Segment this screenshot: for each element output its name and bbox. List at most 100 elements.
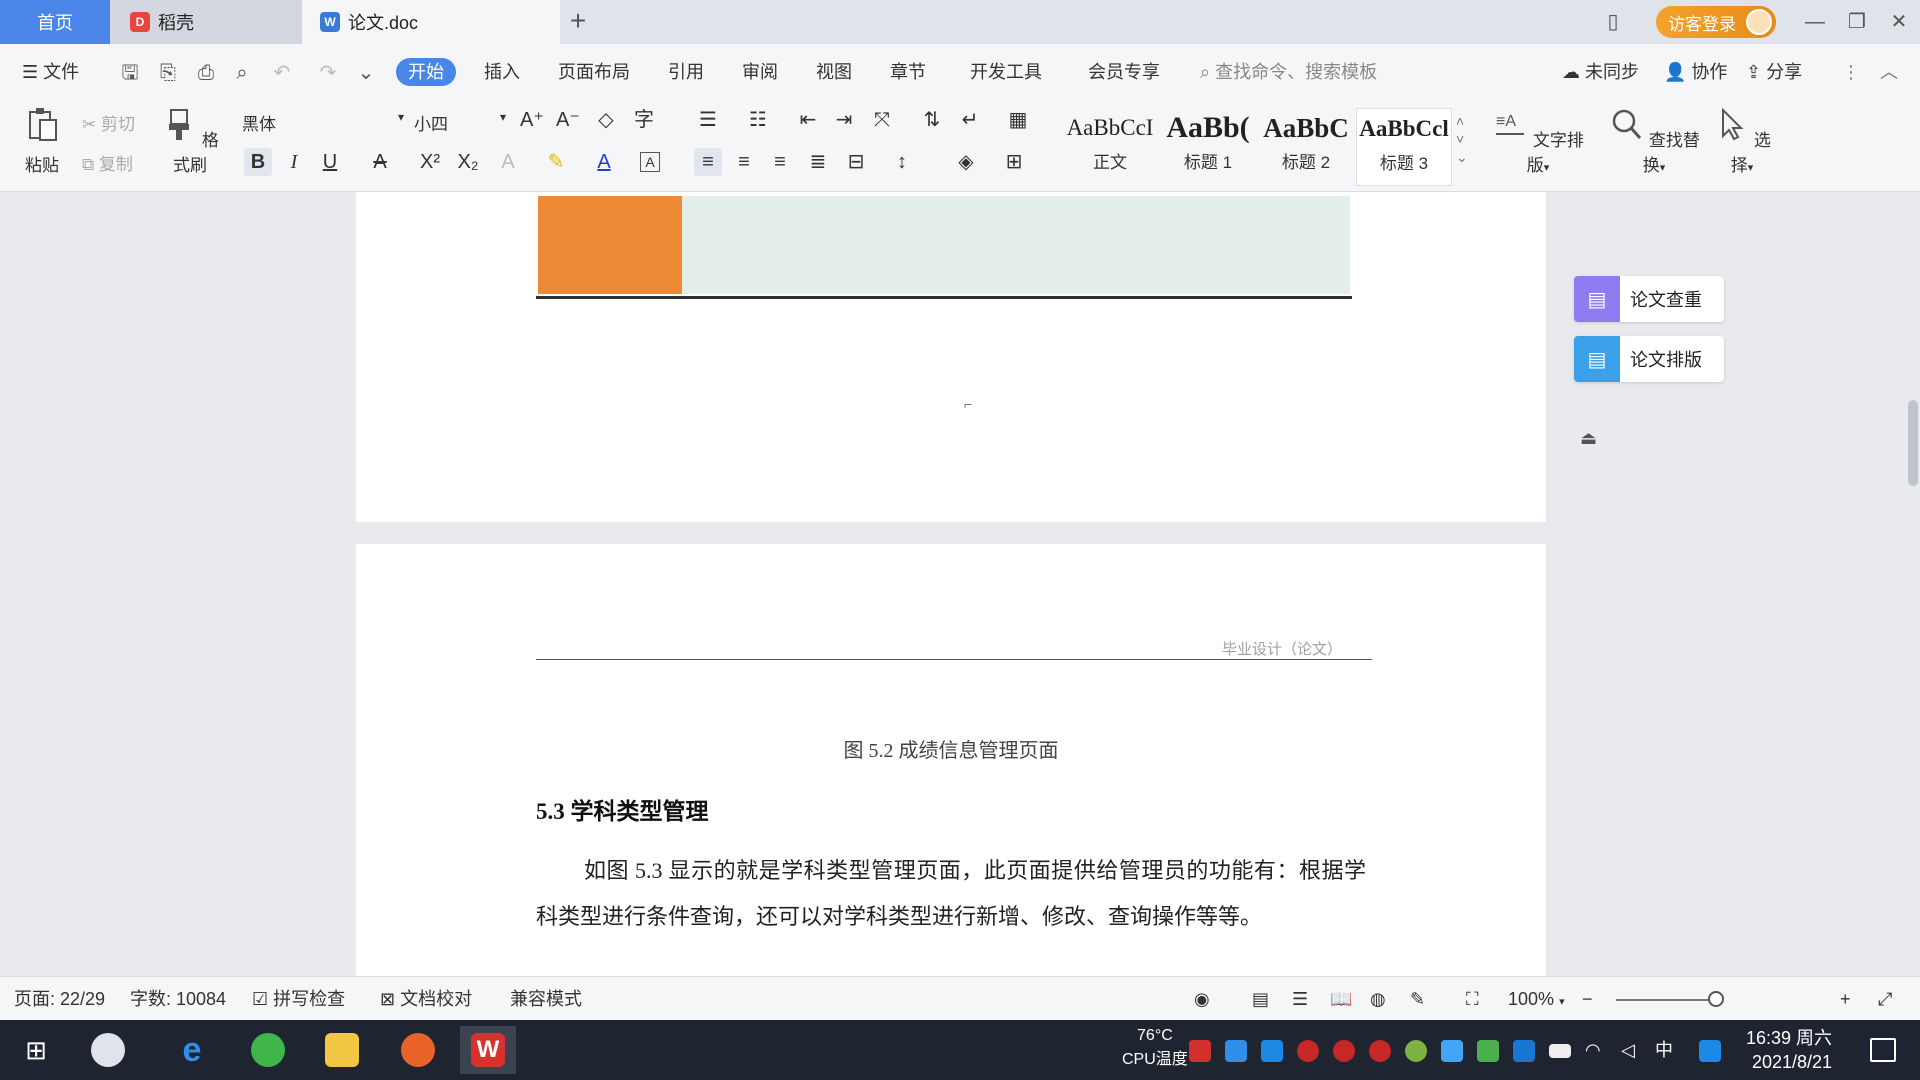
cut-button[interactable]: ✂ 剪切: [82, 110, 135, 135]
text-layout-button[interactable]: ≡A 文字排版▾: [1490, 106, 1586, 176]
table-draw-icon[interactable]: ▦: [1004, 106, 1032, 134]
fullscreen-icon[interactable]: ⤢: [1878, 987, 1892, 1011]
bluetooth-icon[interactable]: [1513, 1040, 1535, 1062]
print-preview-icon[interactable]: ⌕: [230, 61, 254, 85]
web-view-icon[interactable]: ◍: [1370, 987, 1386, 1011]
menu-page-layout[interactable]: 页面布局: [558, 58, 630, 86]
ie-browser-icon[interactable]: e: [164, 1026, 220, 1074]
tab-daoke[interactable]: D 稻壳: [110, 0, 302, 44]
zoom-out-icon[interactable]: −: [1582, 987, 1593, 1011]
font-size-select[interactable]: 小四 ▾: [414, 110, 506, 135]
tray-nvidia-icon[interactable]: [1477, 1040, 1499, 1062]
tab-home[interactable]: 首页: [0, 0, 110, 44]
share-button[interactable]: ⇪ 分享: [1746, 58, 1802, 86]
game-app-icon[interactable]: [390, 1026, 446, 1074]
paste-button[interactable]: 粘贴: [14, 106, 70, 176]
justify-icon[interactable]: ≣: [804, 148, 832, 176]
export-icon[interactable]: ⎘: [156, 61, 180, 85]
document-page[interactable]: ⌐: [356, 192, 1546, 522]
document-canvas[interactable]: ⌐ 毕业设计（论文） 图 5.2 成绩信息管理页面 5.3 学科类型管理 如图 …: [0, 192, 1920, 976]
tray-qq-icon[interactable]: [1369, 1040, 1391, 1062]
layout-switch-icon[interactable]: ▯: [1598, 8, 1628, 36]
style-normal[interactable]: AaBbCcI 正文: [1062, 108, 1158, 186]
menu-chapter[interactable]: 章节: [890, 58, 926, 86]
zoom-level-select[interactable]: 100% ▾: [1508, 987, 1565, 1014]
italic-icon[interactable]: I: [280, 148, 308, 176]
line-spacing-icon[interactable]: ↕: [888, 148, 916, 176]
strikethrough-icon[interactable]: A: [366, 148, 394, 176]
find-replace-button[interactable]: 查找替换▾: [1606, 106, 1702, 176]
grow-font-icon[interactable]: A⁺: [518, 106, 546, 134]
menu-insert[interactable]: 插入: [484, 58, 520, 86]
styles-scroll-icon[interactable]: ˄ ˅ ⌄: [1456, 112, 1468, 166]
word-count[interactable]: 字数: 10084: [130, 987, 226, 1011]
more-icon[interactable]: ⋮: [1842, 58, 1860, 86]
menu-start[interactable]: 开始: [396, 58, 456, 86]
bullet-list-icon[interactable]: ☰: [694, 106, 722, 134]
write-mode-icon[interactable]: ✎: [1410, 987, 1425, 1011]
tray-app-icon[interactable]: [1189, 1040, 1211, 1062]
print-icon[interactable]: ⎙: [194, 61, 218, 85]
zoom-slider-knob[interactable]: [1708, 991, 1724, 1007]
page-indicator[interactable]: 页面: 22/29: [14, 987, 105, 1011]
phonetic-icon[interactable]: 字: [630, 106, 658, 134]
notification-icon[interactable]: [1870, 1038, 1896, 1062]
sync-button[interactable]: ☁ 未同步: [1562, 58, 1639, 86]
increase-indent-icon[interactable]: ⇥: [830, 106, 858, 134]
collapse-ribbon-icon[interactable]: ︿: [1880, 58, 1898, 86]
visitor-login-button[interactable]: 访客登录: [1656, 6, 1776, 38]
zoom-in-icon[interactable]: +: [1840, 987, 1851, 1011]
ime-indicator[interactable]: 中: [1655, 1036, 1677, 1060]
menu-review[interactable]: 审阅: [742, 58, 778, 86]
page-view-icon[interactable]: ▤: [1252, 987, 1269, 1011]
windows-start-icon[interactable]: ⊞: [8, 1026, 64, 1074]
tray-app-icon[interactable]: [1225, 1040, 1247, 1062]
file-menu[interactable]: ☰ 文件: [22, 58, 79, 86]
shrink-font-icon[interactable]: A⁻: [554, 106, 582, 134]
clear-format-icon[interactable]: ◇: [592, 106, 620, 134]
thesis-layout-button[interactable]: ▤ 论文排版: [1574, 336, 1724, 382]
align-right-icon[interactable]: ≡: [766, 148, 794, 176]
panel-collapse-icon[interactable]: ⏏: [1580, 428, 1604, 448]
chinese-layout-icon[interactable]: ⤧: [868, 106, 896, 134]
superscript-icon[interactable]: X²: [416, 148, 444, 176]
text-effect-icon[interactable]: A: [494, 148, 522, 176]
font-name-select[interactable]: 黑体 ▾: [242, 110, 404, 135]
format-painter-button[interactable]: 格式刷: [160, 106, 220, 176]
redo-icon[interactable]: ↷: [316, 61, 340, 85]
tray-qq-icon[interactable]: [1333, 1040, 1355, 1062]
subscript-icon[interactable]: X₂: [454, 148, 482, 176]
spell-check-button[interactable]: ☑ 拼写检查: [252, 987, 345, 1011]
minimize-icon[interactable]: —: [1800, 8, 1830, 36]
browser-360-icon[interactable]: [240, 1026, 296, 1074]
show-marks-icon[interactable]: ↵: [956, 106, 984, 134]
style-heading-2[interactable]: AaBbC 标题 2: [1258, 108, 1354, 186]
style-heading-1[interactable]: AaBb( 标题 1: [1160, 108, 1256, 186]
select-button[interactable]: 选择▾: [1710, 106, 1774, 176]
copy-button[interactable]: ⧉ 复制: [82, 150, 133, 175]
plagiarism-check-button[interactable]: ▤ 论文查重: [1574, 276, 1724, 322]
save-icon[interactable]: 🖫: [118, 61, 142, 85]
chevron-down-icon[interactable]: ⌄: [354, 61, 378, 85]
menu-member[interactable]: 会员专享: [1088, 58, 1160, 86]
app-fan-icon[interactable]: [80, 1026, 136, 1074]
reading-view-icon[interactable]: 📖: [1330, 987, 1352, 1011]
tray-app-icon[interactable]: [1441, 1040, 1463, 1062]
font-color-icon[interactable]: A: [590, 148, 618, 176]
collab-button[interactable]: 👤 协作: [1664, 58, 1727, 86]
char-border-icon[interactable]: A: [640, 152, 660, 172]
undo-icon[interactable]: ↶: [270, 61, 294, 85]
restore-icon[interactable]: ❐: [1842, 8, 1872, 36]
numbered-list-icon[interactable]: ☷: [744, 106, 772, 134]
style-heading-3[interactable]: AaBbCcl 标题 3: [1356, 108, 1452, 186]
battery-icon[interactable]: [1549, 1044, 1571, 1058]
wps-writer-icon[interactable]: W: [460, 1026, 516, 1074]
fit-page-icon[interactable]: ⛶: [1466, 987, 1479, 1011]
tab-document[interactable]: W 论文.doc: [302, 0, 560, 44]
system-clock[interactable]: 16:39 周六 2021/8/21: [1746, 1026, 1832, 1074]
align-left-icon[interactable]: ≡: [694, 148, 722, 176]
file-explorer-icon[interactable]: [314, 1026, 370, 1074]
scrollbar-thumb[interactable]: [1908, 400, 1918, 486]
add-tab-button[interactable]: +: [562, 6, 594, 38]
decrease-indent-icon[interactable]: ⇤: [794, 106, 822, 134]
